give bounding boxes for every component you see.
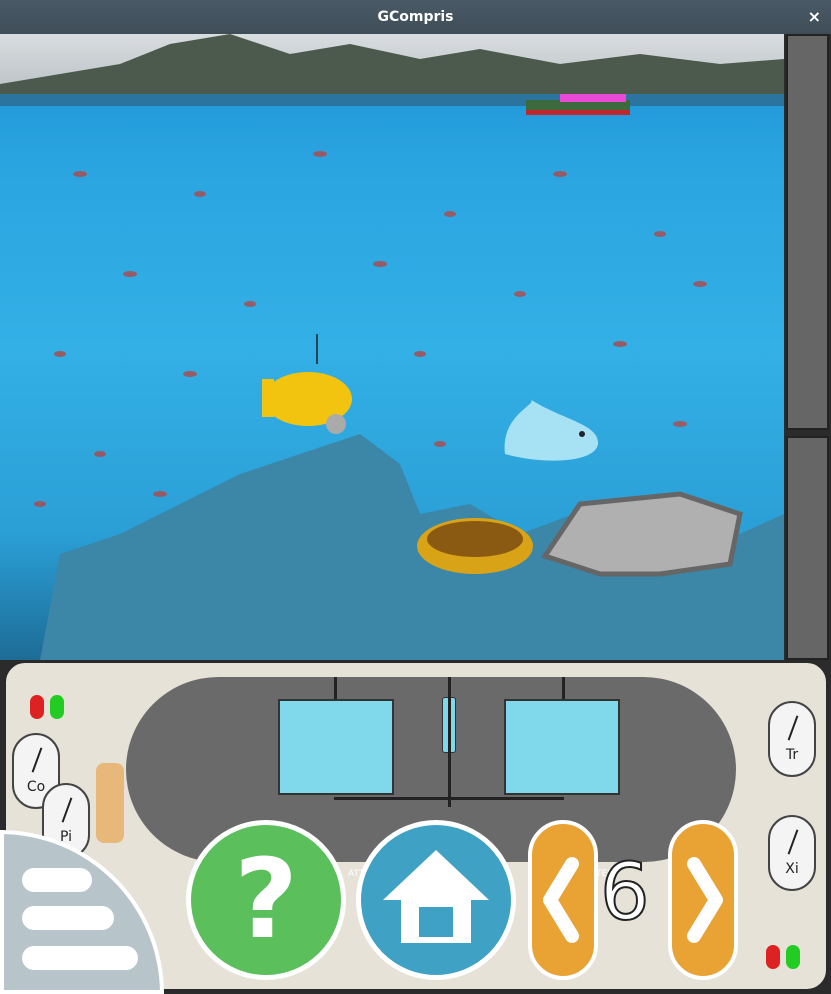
help-button[interactable]: ? [186,820,346,980]
left-ballast-tank[interactable] [278,699,394,795]
red-led-right [766,945,780,969]
depth-gauge-upper [786,34,829,430]
pipe-center [448,677,451,807]
chevron-right-icon [687,857,723,943]
home-button[interactable] [356,820,516,980]
chevron-left-icon [543,857,579,943]
crown-treasure[interactable] [417,518,533,574]
whale [504,399,599,461]
boat [526,94,630,115]
question-icon: ? [234,835,298,963]
pipe-left [334,677,337,699]
window-title: GCompris [377,9,454,25]
underwater-scene [0,34,784,660]
depth-gauge-lower [786,436,829,660]
level-number: 6 [599,847,651,939]
xi-dial[interactable]: Xi [768,815,816,891]
submarine[interactable] [262,334,352,434]
right-ballast-tank[interactable] [504,699,620,795]
previous-level-button[interactable] [528,820,598,980]
scene-art [34,94,784,660]
svg-text:?: ? [234,835,298,963]
close-icon[interactable]: × [808,7,821,26]
pipe-right [562,677,565,699]
rock-platform [541,491,743,577]
next-level-button[interactable] [668,820,738,980]
home-icon [383,850,489,943]
green-led-right [786,945,800,969]
red-led [30,695,44,719]
green-led [50,695,64,719]
pipe-bottom [334,797,564,800]
tr-dial[interactable]: Tr [768,701,816,777]
window-titlebar: GCompris × [0,0,831,34]
rudder-handle[interactable] [96,763,124,843]
